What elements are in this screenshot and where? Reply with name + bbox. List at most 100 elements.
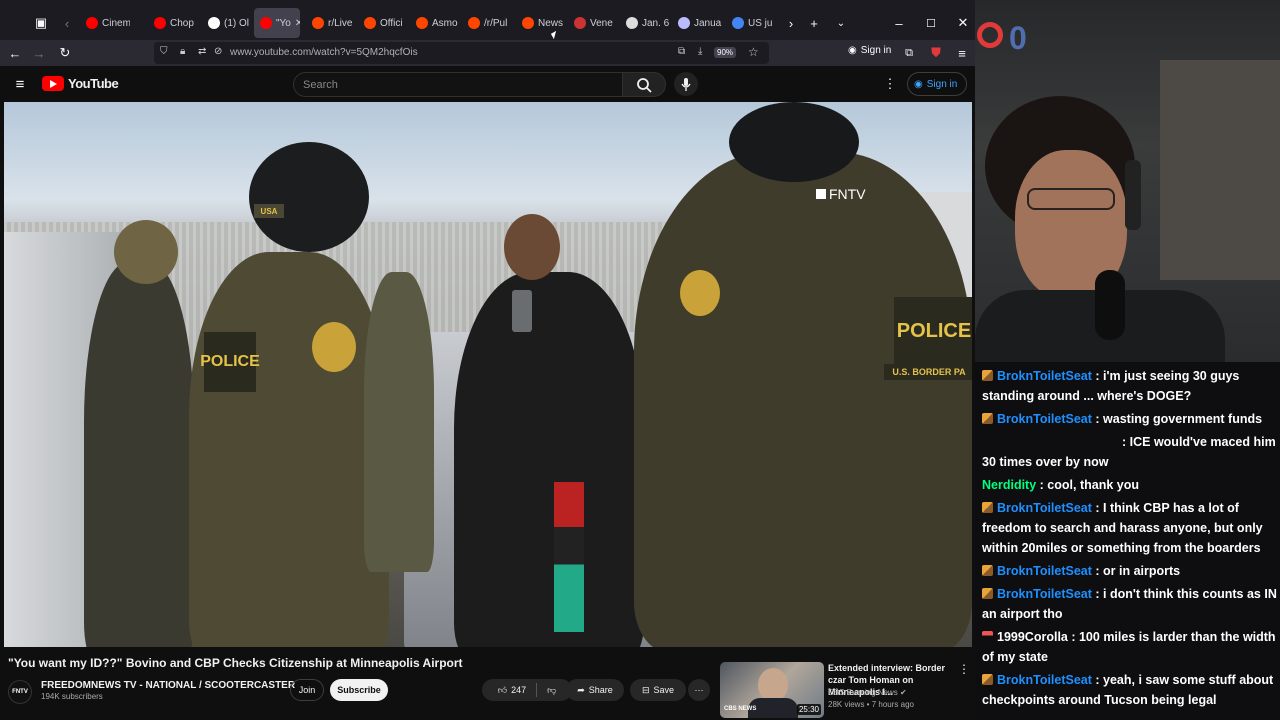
chat-username[interactable]: BroknToiletSeat (997, 673, 1092, 687)
reload-icon[interactable]: ↻ (54, 42, 76, 64)
picture-in-picture-icon[interactable]: ⧉ (678, 46, 685, 57)
chat-message: BroknToiletSeat : or in airports (982, 561, 1277, 581)
chat-text: or in airports (1103, 564, 1181, 578)
close-window-icon[interactable]: ✕ (952, 12, 974, 34)
browser-tab[interactable]: US ju (726, 8, 776, 38)
reddit-icon (416, 17, 428, 29)
browser-tab[interactable]: Cinem (80, 8, 130, 38)
chat-text: cool, thank you (1047, 478, 1139, 492)
thumbnail-face (758, 668, 788, 702)
recommended-video-thumbnail[interactable]: CBS NEWS 25:30 (720, 662, 824, 718)
recommended-video-channel[interactable]: CBS Evening News ✔ (828, 688, 907, 697)
maximize-icon[interactable]: ☐ (920, 12, 942, 34)
permissions-icon[interactable]: ⇄ (198, 46, 206, 57)
chat-username[interactable]: BroknToiletSeat (997, 587, 1092, 601)
forward-icon[interactable]: → (28, 42, 50, 64)
browser-tab[interactable]: Janua (672, 8, 722, 38)
url-text[interactable]: www.youtube.com/watch?v=5QM2hqcfOis (230, 47, 418, 58)
x-icon (208, 17, 220, 29)
video-phone (512, 290, 532, 332)
voice-search-button[interactable] (674, 72, 698, 96)
video-officer-helmet (114, 220, 178, 284)
browser-tab[interactable]: News (516, 8, 566, 38)
webcam-microphone (1095, 270, 1125, 340)
ublock-icon[interactable]: ⛊ (925, 42, 947, 64)
microphone-icon (681, 78, 691, 91)
chat-separator: : (1091, 369, 1104, 383)
tab-list-icon[interactable]: ⌄ (830, 12, 852, 34)
extensions-icon[interactable]: ⧉ (898, 42, 920, 64)
minimize-icon[interactable]: – (888, 12, 910, 34)
zoom-level[interactable]: 90% (714, 47, 737, 58)
video-civilian-head (504, 214, 560, 280)
thumbs-up-icon[interactable]: 👍︎ (498, 685, 507, 696)
share-button[interactable]: ➦ Share (566, 679, 624, 701)
shield-icon[interactable]: ⛉ (160, 46, 168, 57)
recommended-more-icon[interactable]: ⋮ (958, 662, 970, 676)
browser-tab[interactable]: Asmo (410, 8, 460, 38)
browser-sign-in[interactable]: ◉ Sign in (848, 45, 891, 56)
chat-badge-icon (982, 674, 993, 685)
reddit-icon (364, 17, 376, 29)
youtube-logo[interactable]: YouTube (42, 76, 119, 91)
chat-separator: : (1091, 564, 1104, 578)
thumbs-down-icon[interactable]: 👎︎ (547, 685, 556, 696)
close-tab-icon[interactable]: ✕ (295, 18, 300, 29)
tab-scroll-right-icon[interactable]: › (780, 12, 802, 34)
save-page-icon[interactable]: ⤓ (698, 46, 702, 57)
like-count: 247 (511, 685, 527, 695)
video-player[interactable]: POLICE USA POLICE U.S. BORDER PA FNTV (4, 102, 972, 647)
channel-avatar[interactable]: FNTV (8, 680, 32, 704)
chat-message: BroknToiletSeat : I think CBP has a lot … (982, 498, 1277, 558)
chat-username[interactable]: BroknToiletSeat (997, 369, 1092, 383)
browser-tab[interactable]: "Yo ✕ (254, 8, 300, 38)
youtube-sign-in-button[interactable]: ◉ Sign in (907, 72, 967, 96)
chat-username[interactable]: Nerdidity (982, 478, 1036, 492)
chat-username[interactable]: BroknToiletSeat (997, 412, 1092, 426)
tab-scroll-left-icon[interactable]: ‹ (56, 12, 78, 34)
subscribe-button[interactable]: Subscribe (330, 679, 388, 701)
chat-badge-icon (982, 502, 993, 513)
back-icon[interactable]: ← (4, 42, 26, 64)
more-actions-button[interactable]: ⋯ (688, 679, 710, 701)
bookmark-star-icon[interactable]: ☆ (748, 45, 759, 59)
chat-separator: : (1091, 673, 1104, 687)
more-horizontal-icon: ⋯ (694, 684, 704, 695)
chat-username[interactable]: BroknToiletSeat (997, 564, 1092, 578)
chat-badge-icon (982, 588, 993, 599)
menu-icon[interactable]: ≡ (951, 42, 973, 64)
hamburger-menu-icon[interactable]: ≡ (9, 73, 31, 95)
chat-separator: : (1091, 412, 1104, 426)
save-icon: ⊟ (641, 684, 650, 695)
more-options-icon[interactable]: ⋮ (879, 73, 901, 95)
browser-tab[interactable]: /r/Pul (462, 8, 512, 38)
new-tab-icon[interactable]: + (803, 12, 825, 34)
url-bar[interactable]: ⛉ 🔒︎ ⇄ ⊘ www.youtube.com/watch?v=5QM2hqc… (154, 42, 769, 64)
lock-icon[interactable]: 🔒︎ (180, 46, 185, 57)
webcam-overlay-ring (977, 22, 1003, 48)
chat-username[interactable]: 1999Corolla (997, 630, 1068, 644)
video-usa-patch: USA (254, 204, 284, 218)
browser-tab-label: "Yo (276, 17, 291, 29)
chat-text: ICE would've maced him 30 times over by … (982, 435, 1276, 469)
browser-tab-label: US ju (748, 17, 773, 29)
search-button[interactable] (622, 72, 666, 97)
browser-tab-label: News (538, 17, 564, 29)
browser-tab[interactable]: Jan. 6 (620, 8, 670, 38)
browser-tab[interactable]: Vene (568, 8, 618, 38)
browser-tab[interactable]: Chop (148, 8, 198, 38)
join-button[interactable]: Join (290, 679, 324, 701)
browser-nav-bar: ← → ↻ ⛉ 🔒︎ ⇄ ⊘ www.youtube.com/watch?v=5… (0, 40, 975, 66)
chat-username[interactable]: BroknToiletSeat (997, 501, 1092, 515)
browser-tab[interactable]: (1) Ol (202, 8, 252, 38)
channel-row: FNTV FREEDOMNEWS TV - NATIONAL / SCOOTER… (8, 678, 728, 704)
save-button[interactable]: ⊟ Save (630, 679, 686, 701)
tracking-icon[interactable]: ⊘ (214, 46, 222, 57)
channel-name[interactable]: FREEDOMNEWS TV - NATIONAL / SCOOTERCASTE… (41, 680, 295, 691)
browser-tab-label: Vene (590, 17, 613, 29)
browser-tab[interactable]: Offici (358, 8, 408, 38)
browser-tab[interactable]: r/Live (306, 8, 356, 38)
search-input[interactable]: Search (293, 72, 623, 97)
tab-overview-icon[interactable]: ▣ (30, 12, 52, 34)
like-dislike-button[interactable]: 👍︎ 247 👎︎ (482, 679, 572, 701)
